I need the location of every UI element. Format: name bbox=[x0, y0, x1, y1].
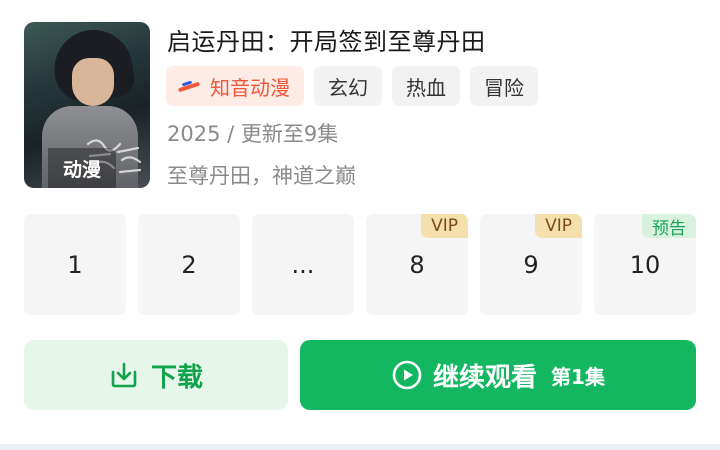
genre-tag-passion[interactable]: 热血 bbox=[392, 66, 460, 106]
tag-row: 知音动漫 玄幻 热血 冒险 bbox=[166, 66, 538, 106]
episode-label: 9 bbox=[523, 250, 539, 279]
play-circle-icon bbox=[392, 360, 422, 390]
preview-badge: 预告 bbox=[642, 214, 696, 239]
continue-label: 继续观看 bbox=[433, 362, 538, 393]
episode-label: 10 bbox=[629, 250, 661, 279]
show-poster[interactable]: 动漫 bbox=[24, 22, 150, 188]
genre-tag-fantasy[interactable]: 玄幻 bbox=[314, 66, 382, 106]
episode-list: 1 2 ... VIP 8 VIP 9 预告 10 bbox=[24, 214, 696, 315]
brand-tag[interactable]: 知音动漫 bbox=[166, 66, 304, 106]
download-button[interactable]: 下载 bbox=[24, 340, 288, 410]
brand-logo-icon bbox=[177, 79, 201, 93]
show-year-update: 2025 / 更新至9集 bbox=[167, 122, 339, 146]
poster-figure-face bbox=[72, 58, 114, 106]
show-title: 启运丹田：开局签到至尊丹田 bbox=[167, 28, 486, 56]
episode-label: 2 bbox=[181, 250, 197, 279]
episode-button-8[interactable]: VIP 8 bbox=[366, 214, 468, 315]
episode-label: 8 bbox=[409, 250, 425, 279]
download-label: 下载 bbox=[150, 362, 203, 393]
episode-more-button[interactable]: ... bbox=[252, 214, 354, 315]
brand-tag-label: 知音动漫 bbox=[210, 75, 290, 100]
bottom-divider bbox=[0, 444, 720, 450]
show-tagline: 至尊丹田，神道之巅 bbox=[167, 164, 356, 188]
episode-button-1[interactable]: 1 bbox=[24, 214, 126, 315]
download-icon bbox=[111, 362, 137, 388]
episode-button-9[interactable]: VIP 9 bbox=[480, 214, 582, 315]
vip-badge: VIP bbox=[535, 214, 582, 238]
episode-button-10[interactable]: 预告 10 bbox=[594, 214, 696, 315]
episode-button-2[interactable]: 2 bbox=[138, 214, 240, 315]
genre-tag-adventure[interactable]: 冒险 bbox=[470, 66, 538, 106]
continue-watching-button[interactable]: 继续观看 第1集 bbox=[300, 340, 696, 410]
vip-badge: VIP bbox=[421, 214, 468, 238]
continue-episode-label: 第1集 bbox=[551, 364, 605, 389]
episode-label: ... bbox=[291, 250, 315, 279]
poster-category-tag: 动漫 bbox=[48, 148, 116, 188]
episode-label: 1 bbox=[67, 250, 83, 279]
